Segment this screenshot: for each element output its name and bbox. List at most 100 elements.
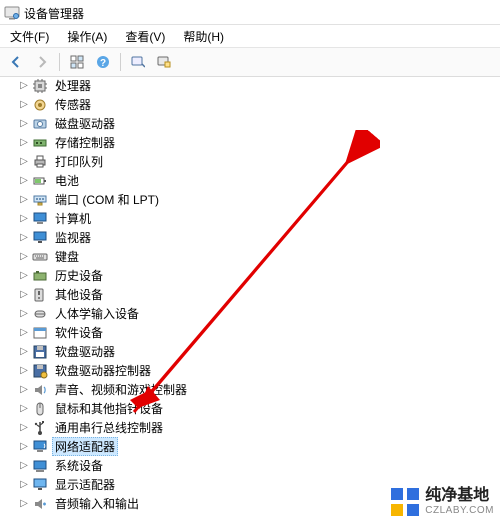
expand-icon[interactable]: ▷ [18,156,30,168]
toolbar-separator-2 [120,53,121,71]
tree-node[interactable]: ▷ 软件设备 [18,323,500,342]
tree-node[interactable]: ▷ 传感器 [18,95,500,114]
tree-node[interactable]: ▷ 键盘 [18,247,500,266]
usb-icon [32,420,48,436]
watermark-text-bottom: CZLABY.COM [425,505,494,516]
tree-node-label: 键盘 [52,247,82,266]
tree-node-label: 人体学输入设备 [52,304,142,323]
tree-node-label: 音频输入和输出 [52,494,142,513]
sound-icon [32,382,48,398]
expand-icon[interactable]: ▷ [18,251,30,263]
system-icon [32,458,48,474]
watermark-text-top: 纯净基地 [425,487,494,505]
window-title: 设备管理器 [24,5,84,22]
tree-node[interactable]: ▷计算机 [18,209,500,228]
tree-node[interactable]: ▷ 监视器 [18,228,500,247]
expand-icon[interactable]: ▷ [18,137,30,149]
tree-node[interactable]: ▷ 磁盘驱动器 [18,114,500,133]
tree-node[interactable]: ▷通用串行总线控制器 [18,418,500,437]
show-hidden-button[interactable] [65,50,89,74]
printer-icon [32,154,48,170]
expand-icon[interactable]: ▷ [18,422,30,434]
display-icon [32,477,48,493]
tree-node[interactable]: ▷ 鼠标和其他指针设备 [18,399,500,418]
help-button[interactable]: ? [91,50,115,74]
expand-icon[interactable]: ▷ [18,327,30,339]
scan-button[interactable] [126,50,150,74]
tree-node-label: 磁盘驱动器 [52,114,118,133]
expand-icon[interactable]: ▷ [18,232,30,244]
expand-icon[interactable]: ▷ [18,365,30,377]
tree-node-label: 打印队列 [52,152,106,171]
tree-node[interactable]: ▷ 网络适配器 [18,437,500,456]
expand-icon[interactable]: ▷ [18,403,30,415]
forward-button[interactable] [30,50,54,74]
properties-button[interactable] [152,50,176,74]
expand-icon[interactable]: ▷ [18,289,30,301]
menu-help[interactable]: 帮助(H) [179,26,228,47]
tree-node-label: 存储控制器 [52,133,118,152]
menu-action[interactable]: 操作(A) [63,26,111,47]
keyboard-icon [32,249,48,265]
tree-node-label: 系统设备 [52,456,106,475]
disk-icon [32,116,48,132]
tree-node-label: 处理器 [52,76,94,95]
network-icon [32,439,48,455]
tree-node[interactable]: ▷ 电池 [18,171,500,190]
tree-node[interactable]: ▷ 其他设备 [18,285,500,304]
expand-icon[interactable]: ▷ [18,270,30,282]
tree-node[interactable]: ▷ 人体学输入设备 [18,304,500,323]
tree-node-label: 显示适配器 [52,475,118,494]
tree-node[interactable]: ▷软盘驱动器控制器 [18,361,500,380]
expand-icon[interactable]: ▷ [18,441,30,453]
tree-node-label: 传感器 [52,95,94,114]
computer-icon [32,211,48,227]
tree-node[interactable]: ▷ 系统设备 [18,456,500,475]
expand-icon[interactable]: ▷ [18,80,30,92]
floppy-icon [32,344,48,360]
expand-icon[interactable]: ▷ [18,308,30,320]
expand-icon[interactable]: ▷ [18,175,30,187]
watermark-logo-icon [391,488,419,516]
audio-io-icon [32,496,48,512]
software-icon [32,325,48,341]
battery-icon [32,173,48,189]
expand-icon[interactable]: ▷ [18,99,30,111]
tree-node[interactable]: ▷ 存储控制器 [18,133,500,152]
expand-icon[interactable]: ▷ [18,346,30,358]
tree-node-label: 其他设备 [52,285,106,304]
menubar: 文件(F) 操作(A) 查看(V) 帮助(H) [0,25,500,48]
tree-node-label: 网络适配器 [52,437,118,456]
tree-node[interactable]: ▷ 打印队列 [18,152,500,171]
expand-icon[interactable]: ▷ [18,460,30,472]
expand-icon[interactable]: ▷ [18,498,30,510]
titlebar: 设备管理器 [0,0,500,25]
tree-node[interactable]: ▷端口 (COM 和 LPT) [18,190,500,209]
tree-node[interactable]: ▷声音、视频和游戏控制器 [18,380,500,399]
mouse-icon [32,401,48,417]
tree-node-label: 监视器 [52,228,94,247]
tree-node[interactable]: ▷ 软盘驱动器 [18,342,500,361]
expand-icon[interactable]: ▷ [18,213,30,225]
expand-icon[interactable]: ▷ [18,118,30,130]
tree-node-label: 软盘驱动器 [52,342,118,361]
tree-node-label: 电池 [52,171,82,190]
expand-icon[interactable]: ▷ [18,384,30,396]
device-tree-pane: ▷ 处理器 ▷ 传感器 ▷ 磁盘驱动器 ▷ 存储控制器 ▷ 打印队列 ▷ 电池▷端口 (COM 和 L… [0,74,500,522]
menu-view[interactable]: 查看(V) [121,26,169,47]
tree-node-label: 软件设备 [52,323,106,342]
expand-icon[interactable]: ▷ [18,194,30,206]
tree-node-label: 历史设备 [52,266,106,285]
monitor-icon [32,230,48,246]
menu-file[interactable]: 文件(F) [6,26,53,47]
storage-ctrl-icon [32,135,48,151]
tree-node[interactable]: ▷ 处理器 [18,76,500,95]
sensor-icon [32,97,48,113]
expand-icon[interactable]: ▷ [18,479,30,491]
tree-node-label: 鼠标和其他指针设备 [52,399,166,418]
app-icon [4,5,20,21]
device-tree[interactable]: ▷ 处理器 ▷ 传感器 ▷ 磁盘驱动器 ▷ 存储控制器 ▷ 打印队列 ▷ 电池▷端口 (COM 和 L… [0,76,500,513]
tree-node[interactable]: ▷ 历史设备 [18,266,500,285]
svg-text:?: ? [100,58,106,69]
back-button[interactable] [4,50,28,74]
